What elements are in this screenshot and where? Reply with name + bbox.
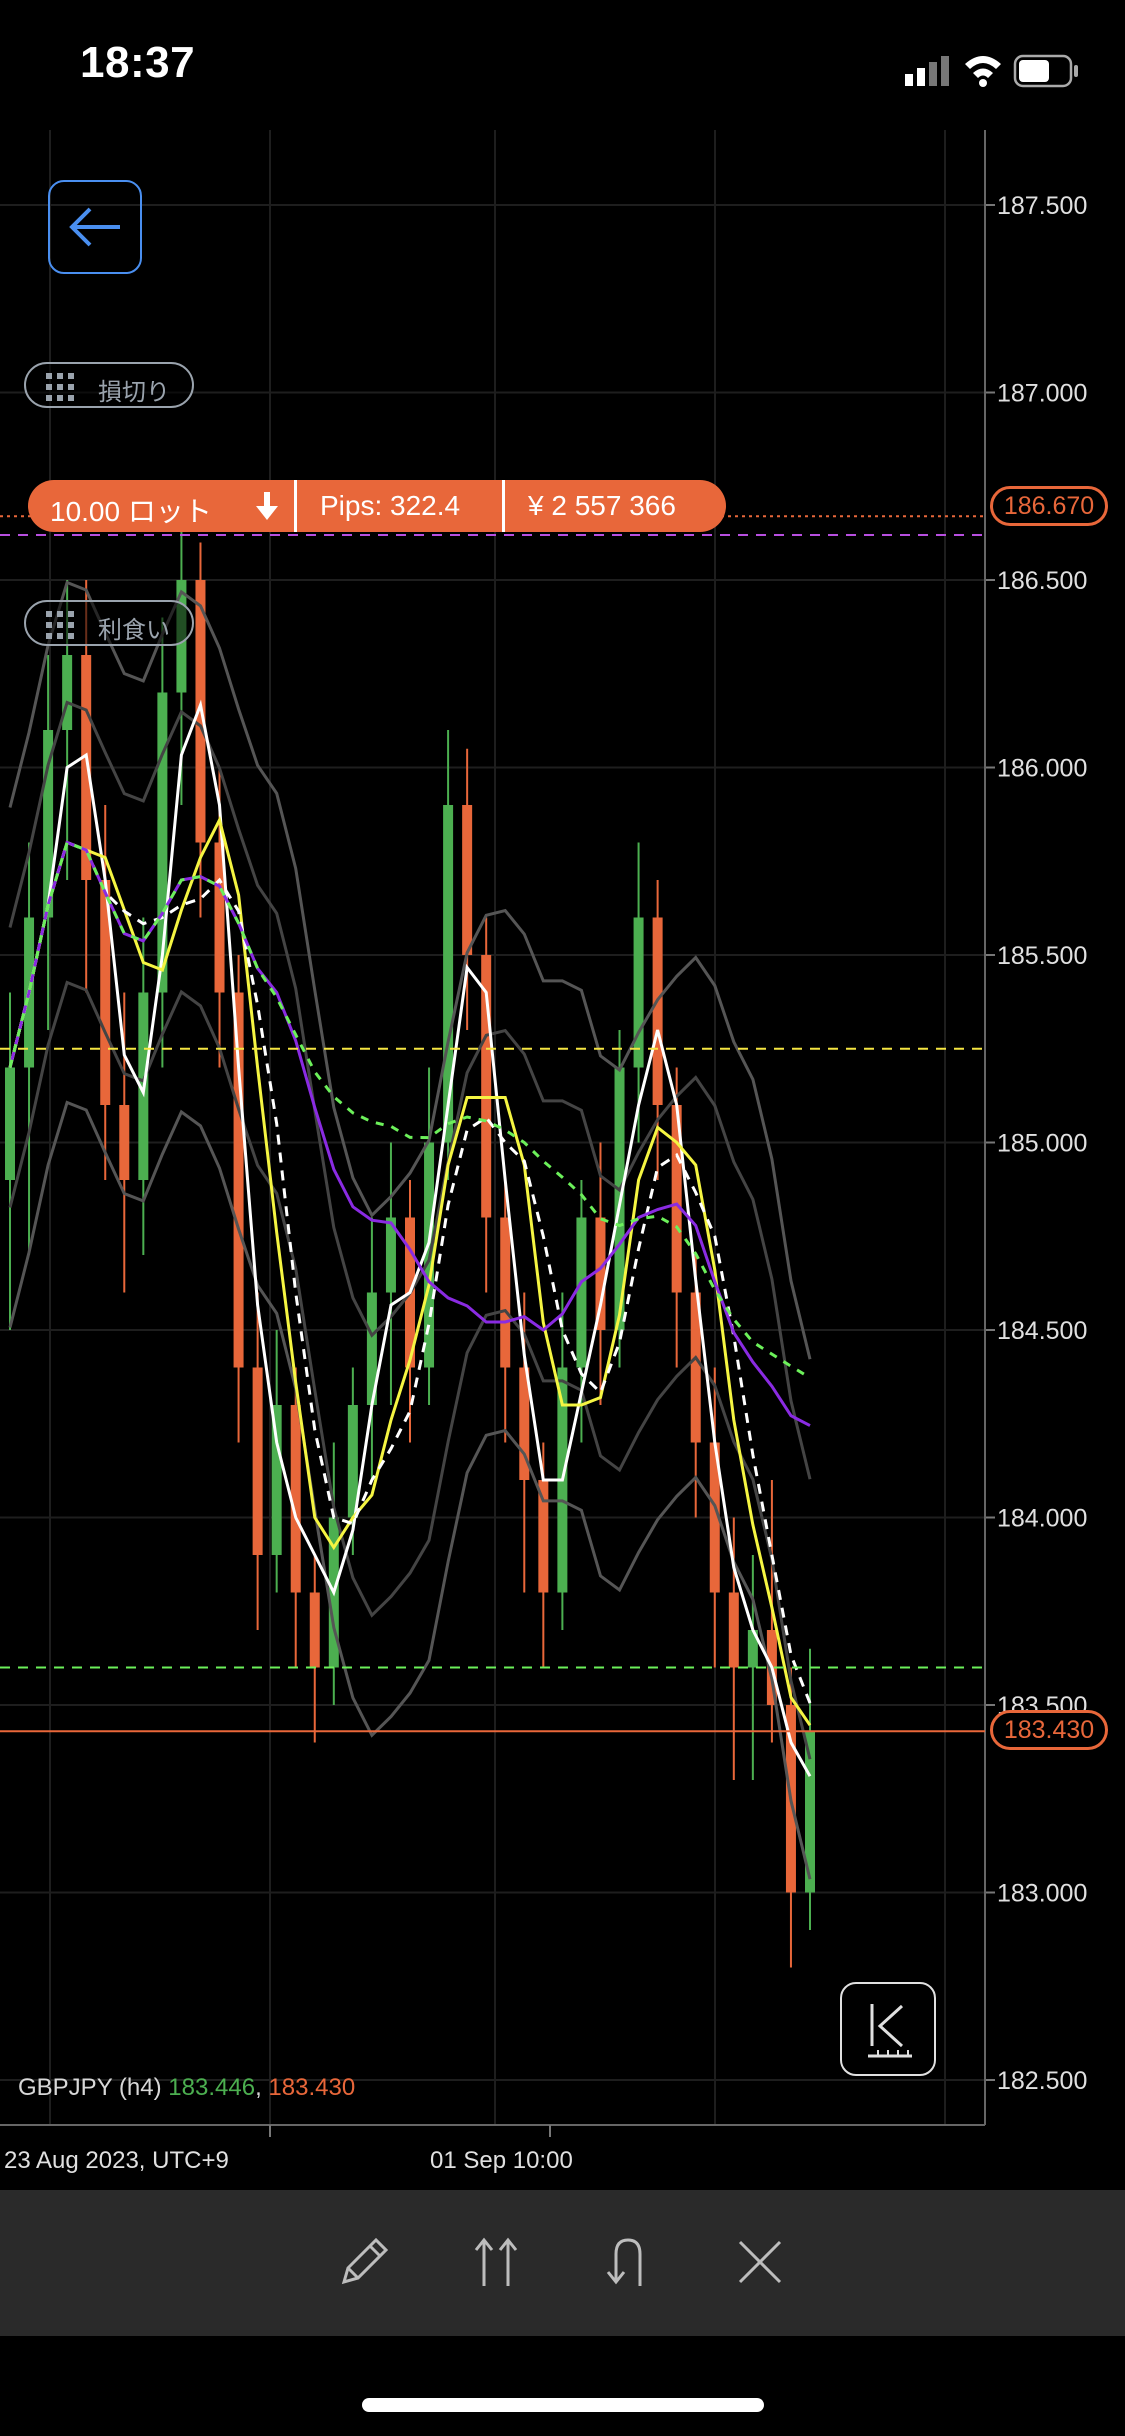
candle-body (595, 1217, 606, 1330)
status-time: 18:37 (80, 38, 196, 87)
candle-body (81, 655, 92, 880)
candle-body (633, 917, 644, 1068)
candle-body (462, 805, 473, 955)
scroll-to-end-icon (868, 2004, 912, 2058)
bottom-toolbar (0, 2190, 1125, 2336)
grip-icon (46, 611, 74, 639)
axis-label: 185.500 (997, 942, 1087, 970)
take-profit-label: 利食い (98, 617, 170, 644)
order-info-bar[interactable]: 10.00 ロット Pips: 322.4 ¥ 2 557 366 (28, 480, 726, 532)
stop-loss-label: 損切り (98, 379, 170, 406)
arrow-down-icon (256, 492, 278, 520)
candle-body (119, 1105, 130, 1180)
pencil-icon (341, 2237, 389, 2285)
order-divider (502, 480, 505, 532)
axis-label: 187.500 (997, 192, 1087, 220)
axis-label: 186.500 (997, 567, 1087, 595)
axis-label: 184.500 (997, 1317, 1087, 1345)
order-pips: Pips: 322.4 (320, 490, 461, 521)
candle-body (252, 1367, 263, 1555)
home-indicator (362, 2398, 764, 2412)
axis-label: 184.000 (997, 1505, 1087, 1533)
price-chart[interactable]: 187.500 187.000 186.500 186.000 185.500 185.0… (0, 130, 1125, 2160)
status-icons (865, 50, 1085, 90)
close-position-button[interactable] (728, 2230, 792, 2294)
symbol-name: GBPJPY (h4) (18, 2074, 162, 2101)
signal-wifi-battery-icon (905, 54, 1078, 88)
order-divider (294, 480, 297, 532)
candle-body (652, 917, 663, 1105)
candle-body (500, 1217, 511, 1368)
candle-body (5, 1067, 15, 1180)
back-button[interactable] (48, 180, 142, 274)
time-axis-label-mid: 01 Sep 10:00 (430, 2147, 573, 2174)
grip-icon (46, 373, 74, 401)
status-bar: 18:37 (0, 0, 1125, 130)
partial-close-button[interactable] (464, 2230, 528, 2294)
symbol-label: GBPJPY (h4) 183.446, 183.430 (18, 2074, 355, 2102)
axis-label: 186.000 (997, 755, 1087, 783)
double-up-arrow-icon (474, 2237, 518, 2286)
candle-body (309, 1592, 320, 1668)
edit-order-button[interactable] (332, 2230, 396, 2294)
scroll-to-latest-button[interactable] (840, 1982, 936, 2076)
u-turn-icon (606, 2238, 642, 2286)
order-price-tag[interactable]: 186.670 (990, 486, 1108, 526)
order-lots: 10.00 ロット (50, 496, 212, 527)
candle-body (443, 805, 454, 1143)
axis-label: 187.000 (997, 380, 1087, 408)
axis-label: 185.000 (997, 1130, 1087, 1158)
time-axis-label-start: 23 Aug 2023, UTC+9 (4, 2147, 229, 2174)
take-profit-handle[interactable]: 利食い (24, 600, 194, 646)
candle-body (576, 1217, 587, 1368)
close-x-icon (738, 2240, 782, 2284)
stop-loss-handle[interactable]: 損切り (24, 362, 194, 408)
symbol-bid: 183.446 (168, 2074, 256, 2101)
symbol-ask: 183.430 (268, 2074, 356, 2101)
order-profit: ¥ 2 557 366 (528, 490, 676, 521)
symbol-separator: , (255, 2074, 262, 2101)
reverse-position-button[interactable] (596, 2230, 660, 2294)
arrow-left-icon (69, 207, 120, 247)
candle-body (728, 1592, 739, 1668)
current-price-tag: 183.430 (990, 1710, 1108, 1750)
candle-body (538, 1480, 549, 1593)
axis-label: 183.000 (997, 1880, 1087, 1908)
axis-label: 182.500 (997, 2067, 1087, 2095)
